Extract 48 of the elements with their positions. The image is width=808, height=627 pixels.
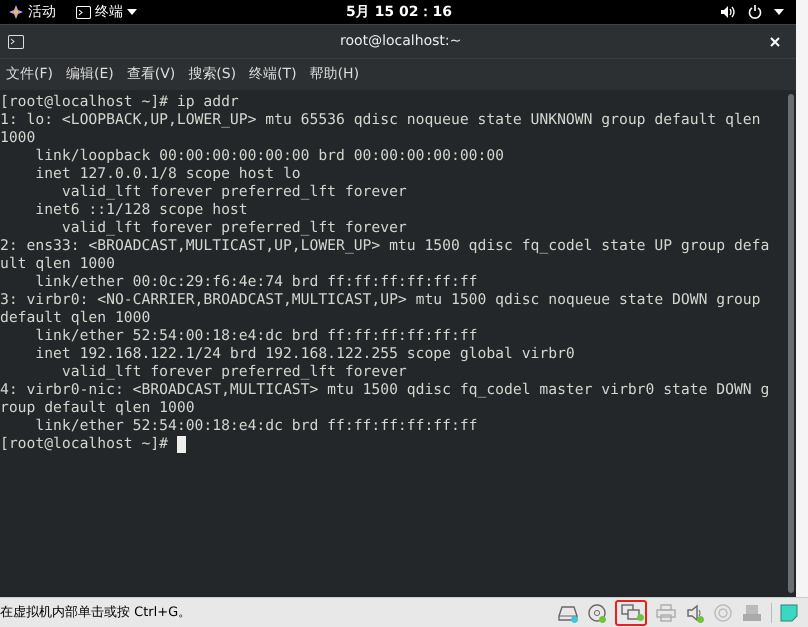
- terminal-line: roup default qlen 1000: [0, 399, 195, 417]
- clock[interactable]: 5月 15 02：16: [346, 2, 452, 22]
- terminal-line: inet6 ::1/128 scope host: [34, 201, 248, 219]
- scrollbar-thumb[interactable]: [788, 94, 794, 593]
- terminal-line: 3: virbr0: <NO-CARRIER,BROADCAST,MULTICAST,UP> mtu 1500 qdisc noqueue state DOWN group: [0, 291, 760, 309]
- terminal-line: valid_lft forever preferred_lft forever: [60, 219, 407, 237]
- text-cursor: [176, 436, 186, 452]
- power-icon[interactable]: [748, 5, 762, 19]
- disc-icon: [588, 604, 606, 622]
- terminal-line: 4: virbr0-nic: <BROADCAST,MULTICAST> mtu 1500 qdisc fq_codel master virbr0 state DOWN g: [0, 381, 770, 399]
- terminal-line: ult qlen 1000: [0, 255, 115, 273]
- terminal-line: inet 192.168.122.1/24 brd 192.168.122.255 scope global virbr0: [34, 345, 575, 363]
- menu-item[interactable]: 文件(F): [6, 64, 53, 85]
- volume-icon[interactable]: [720, 5, 736, 19]
- terminal-line: link/ether 52:54:00:18:e4:dc brd ff:ff:ff:ff:ff:ff: [34, 327, 478, 345]
- terminal-line: link/ether 00:0c:29:f6:4e:74 brd ff:ff:ff:ff:ff:ff: [34, 273, 478, 291]
- terminal-icon: [8, 34, 24, 48]
- terminal-line: valid_lft forever preferred_lft forever: [60, 363, 407, 381]
- terminal-line: 1000: [0, 129, 36, 147]
- menu-item[interactable]: 查看(V): [126, 64, 176, 85]
- logo-icon: [8, 4, 24, 20]
- caret-icon: [127, 9, 137, 15]
- terminal-line: link/ether 52:54:00:18:e4:dc brd ff:ff:ff:ff:ff:ff: [34, 417, 478, 435]
- note-icon[interactable]: [780, 604, 798, 622]
- terminal-line: inet 127.0.0.1/8 scope host lo: [34, 165, 301, 183]
- webcam-icon: [714, 604, 732, 622]
- menu-item[interactable]: 编辑(E): [66, 64, 114, 85]
- close-icon[interactable]: [770, 36, 780, 46]
- terminal-line: link/loopback 00:00:00:00:00:00 brd 00:00:00:00:00:00: [34, 147, 504, 165]
- terminal-line: default qlen 1000: [0, 309, 150, 327]
- window-title: root@localhost:~: [340, 32, 462, 51]
- terminal-line: 2: ens33: <BROADCAST,MULTICAST,UP,LOWER_UP> mtu 1500 qdisc fq_codel state UP group defa: [0, 237, 770, 255]
- usb-device-icon: [742, 604, 762, 622]
- app-menu-button[interactable]: 终端: [76, 2, 137, 22]
- terminal-prompt: [root@localhost ~]#: [0, 435, 170, 453]
- menu-item[interactable]: 终端(T): [249, 64, 297, 85]
- terminal-line: [root@localhost ~]# ip addr: [0, 93, 239, 111]
- terminal-line: valid_lft forever preferred_lft forever: [60, 183, 407, 201]
- printer-icon: [656, 604, 676, 622]
- terminal-icon: [76, 6, 91, 18]
- device-status-button[interactable]: [615, 600, 647, 626]
- menu-item[interactable]: 搜索(S): [188, 64, 236, 85]
- terminal-line: 1: lo: <LOOPBACK,UP,LOWER_UP> mtu 65536 qdisc noqueue state UNKNOWN group default qlen: [0, 111, 760, 129]
- caret-icon[interactable]: [774, 9, 784, 15]
- status-hint: 在虚拟机内部单击或按 Ctrl+G。: [0, 604, 192, 622]
- activities-button[interactable]: 活动: [8, 2, 56, 22]
- menu-item[interactable]: 帮助(H): [310, 64, 360, 85]
- network-icon: [621, 604, 641, 622]
